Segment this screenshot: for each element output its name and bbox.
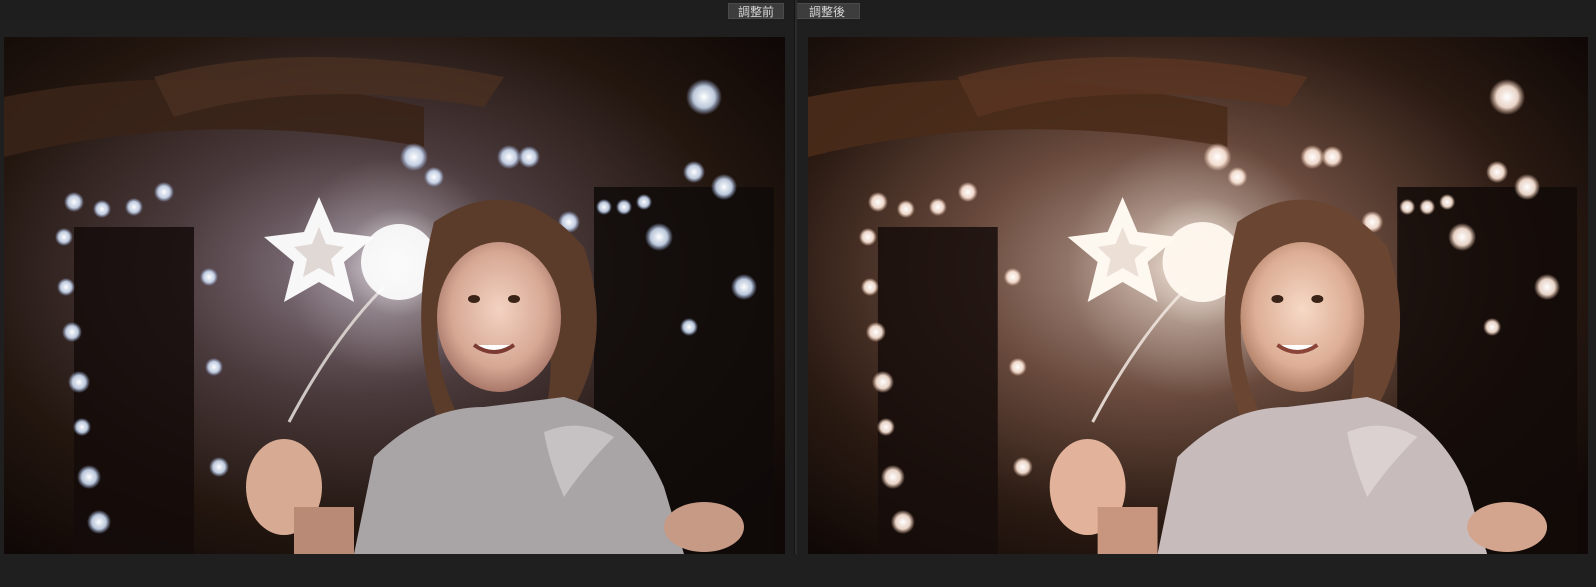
before-label[interactable]: 調整前	[728, 3, 784, 19]
after-label[interactable]: 調整後	[794, 3, 860, 19]
after-photo-pane	[808, 37, 1588, 554]
split-divider[interactable]	[794, 0, 797, 587]
before-photo-pane	[4, 37, 785, 554]
after-photo	[808, 37, 1588, 554]
bottom-bar	[0, 554, 1596, 587]
comparison-toolbar: 調整前 調整後	[0, 0, 1596, 22]
before-photo	[4, 37, 785, 554]
